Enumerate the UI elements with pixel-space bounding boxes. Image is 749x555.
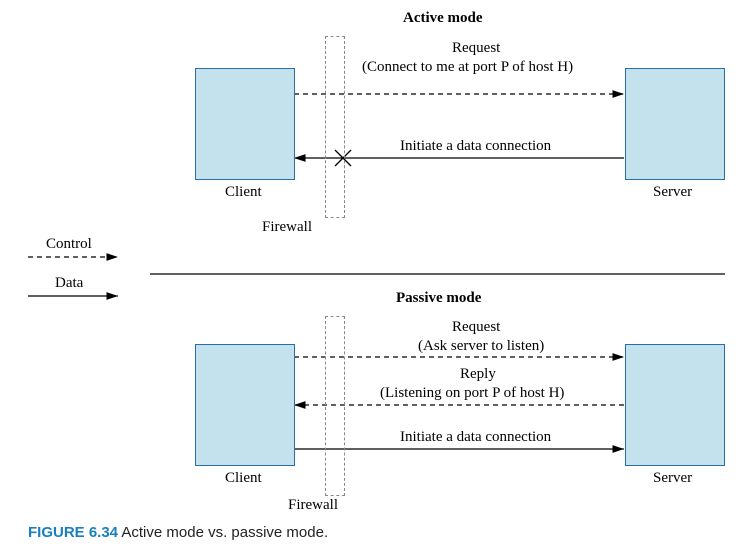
active-mode-title: Active mode [403, 10, 483, 27]
passive-client-box [195, 344, 295, 466]
passive-client-label: Client [225, 470, 262, 487]
active-request-line1: Request [452, 40, 500, 57]
figure-caption: FIGURE 6.34 Active mode vs. passive mode… [28, 524, 328, 541]
legend-control-label: Control [46, 236, 92, 253]
passive-server-label: Server [653, 470, 692, 487]
figure-number: FIGURE 6.34 [28, 524, 118, 541]
passive-request-line1: Request [452, 319, 500, 336]
passive-reply-line2: (Listening on port P of host H) [380, 385, 564, 402]
passive-server-box [625, 344, 725, 466]
passive-firewall-label: Firewall [288, 497, 338, 514]
active-client-label: Client [225, 184, 262, 201]
passive-reply-line1: Reply [460, 366, 496, 383]
active-firewall-label: Firewall [262, 219, 312, 236]
active-server-label: Server [653, 184, 692, 201]
legend-data-label: Data [55, 275, 83, 292]
passive-initiate-label: Initiate a data connection [400, 429, 551, 446]
active-firewall-box [325, 36, 345, 218]
figure-text: Active mode vs. passive mode. [118, 524, 328, 541]
active-request-line2: (Connect to me at port P of host H) [362, 59, 573, 76]
passive-firewall-box [325, 316, 345, 496]
active-client-box [195, 68, 295, 180]
passive-request-line2: (Ask server to listen) [418, 338, 544, 355]
active-server-box [625, 68, 725, 180]
active-initiate-label: Initiate a data connection [400, 138, 551, 155]
passive-mode-title: Passive mode [396, 290, 481, 307]
